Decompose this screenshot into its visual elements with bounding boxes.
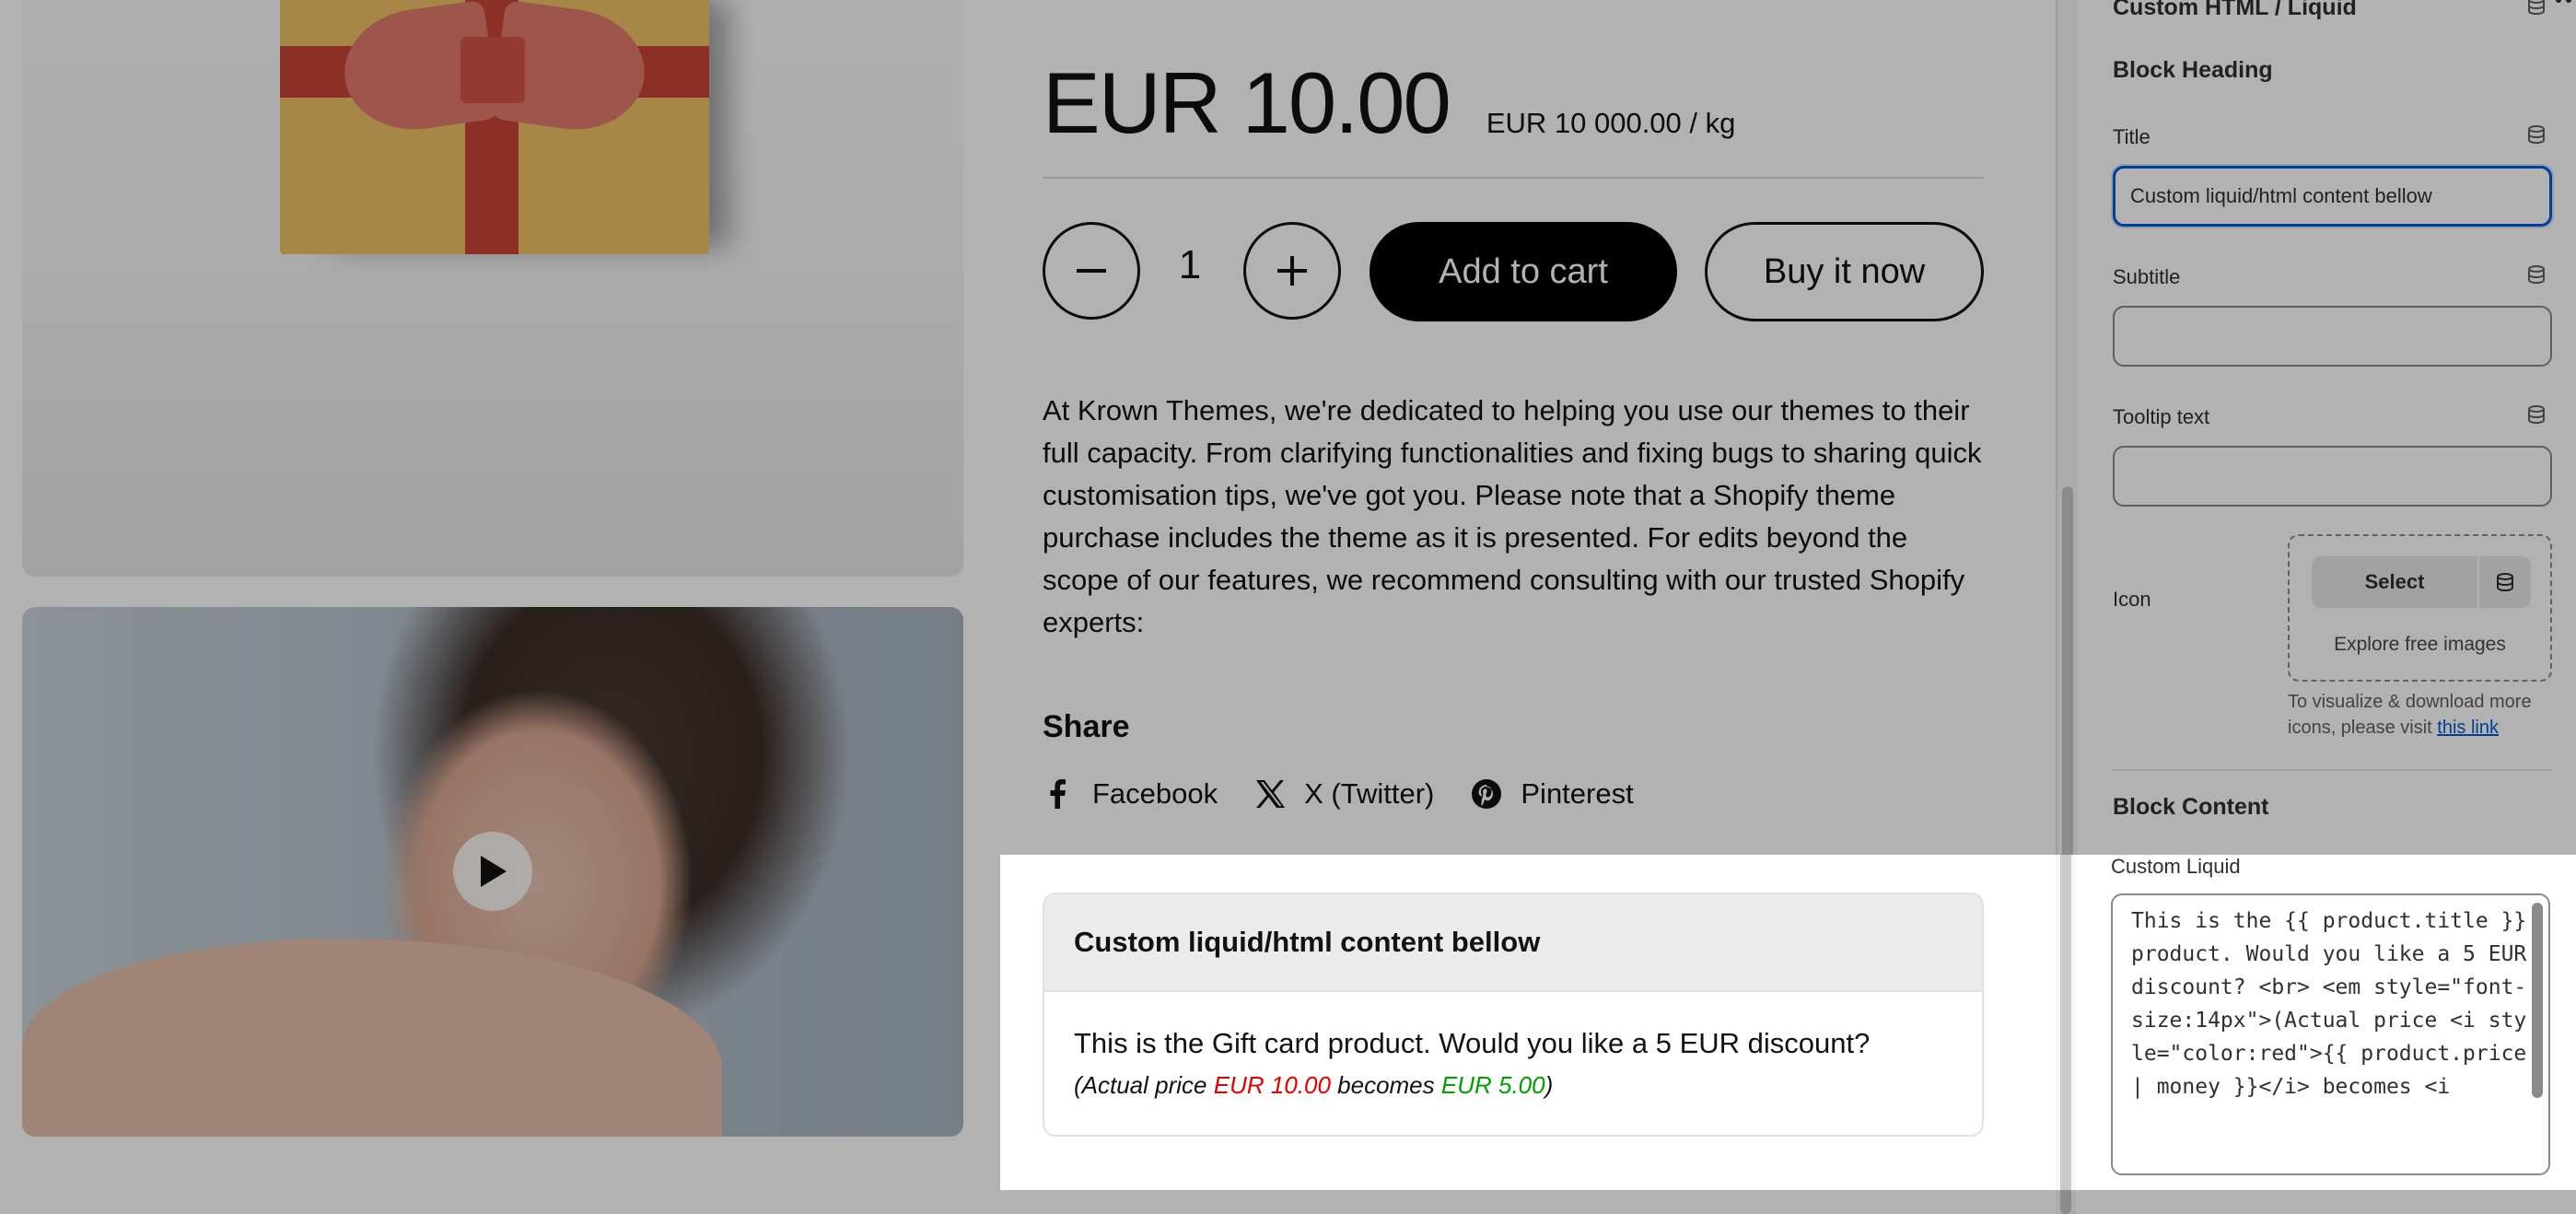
custom-liquid-code[interactable]: This is the {{ product.title }} product.… bbox=[2131, 905, 2527, 1103]
tooltip-dynamic-source-icon[interactable] bbox=[2525, 403, 2547, 426]
custom-liquid-textarea[interactable]: This is the {{ product.title }} product.… bbox=[2111, 893, 2550, 1175]
unit-price: EUR 10 000.00 / kg bbox=[1486, 107, 1736, 139]
share-pinterest-label: Pinterest bbox=[1521, 777, 1634, 810]
buy-it-now-button[interactable]: Buy it now bbox=[1705, 222, 1984, 321]
tooltip-text-label: Tooltip text bbox=[2113, 405, 2210, 428]
custom-liquid-block[interactable]: Custom liquid/html content bellow This i… bbox=[1000, 855, 2056, 1190]
facebook-icon bbox=[1050, 779, 1066, 809]
line2-suffix: ) bbox=[1544, 1071, 1554, 1099]
preview-scrollbar-thumb-lower[interactable] bbox=[2060, 855, 2071, 1214]
product-video-thumbnail[interactable] bbox=[22, 607, 963, 1137]
icon-label: Icon bbox=[2113, 588, 2151, 611]
custom-liquid-label: Custom Liquid bbox=[2111, 855, 2241, 878]
share-x-twitter-label: X (Twitter) bbox=[1304, 777, 1435, 810]
custom-liquid-card: Custom liquid/html content bellow This i… bbox=[1043, 893, 1984, 1137]
subtitle-label: Subtitle bbox=[2113, 265, 2181, 288]
plus-icon bbox=[1277, 256, 1307, 286]
panel-title: Custom HTML / Liquid bbox=[2113, 0, 2357, 20]
play-icon bbox=[481, 856, 507, 887]
price-row: EUR 10.00 EUR 10 000.00 / kg bbox=[1043, 53, 1735, 153]
subtitle-dynamic-source-icon[interactable] bbox=[2525, 263, 2547, 286]
quantity-increase-button[interactable] bbox=[1243, 222, 1341, 320]
product-description: At Krown Themes, we're dedicated to help… bbox=[1043, 394, 1982, 638]
line2-middle: becomes bbox=[1330, 1071, 1441, 1099]
share-facebook-label: Facebook bbox=[1092, 777, 1218, 810]
block-content-section-title: Block Content bbox=[2113, 794, 2269, 820]
title-input[interactable] bbox=[2113, 166, 2552, 227]
textarea-scrollbar[interactable] bbox=[2532, 903, 2543, 1098]
quantity-decrease-button[interactable] bbox=[1043, 222, 1140, 320]
preview-scrollbar-track-lower[interactable] bbox=[2056, 855, 2076, 1214]
custom-block-heading: Custom liquid/html content bellow bbox=[1044, 894, 1982, 992]
share-links: Facebook X (Twitter) Pinterest bbox=[1043, 777, 1634, 811]
database-icon bbox=[2497, 573, 2513, 592]
custom-block-line1: This is the Gift card product. Would you… bbox=[1074, 1027, 1871, 1059]
model-photo bbox=[22, 939, 722, 1137]
more-options-icon[interactable] bbox=[2553, 0, 2576, 11]
share-heading: Share bbox=[1043, 709, 1130, 744]
explore-free-images-link[interactable]: Explore free images bbox=[2290, 634, 2550, 656]
actual-price: EUR 10.00 bbox=[1213, 1071, 1331, 1099]
gift-box-illustration bbox=[280, 0, 709, 254]
divider bbox=[1043, 177, 1984, 179]
custom-block-content: This is the Gift card product. Would you… bbox=[1044, 992, 1982, 1100]
video-play-button[interactable] bbox=[453, 832, 532, 911]
quantity-value[interactable]: 1 bbox=[1162, 242, 1218, 288]
x-twitter-icon bbox=[1256, 780, 1286, 808]
subtitle-input[interactable] bbox=[2113, 306, 2552, 367]
line2-prefix: (Actual price bbox=[1074, 1071, 1214, 1099]
product-image-gift-box[interactable] bbox=[22, 0, 963, 577]
icon-help-text: To visualize & download more icons, plea… bbox=[2288, 689, 2552, 741]
share-facebook-link[interactable]: Facebook bbox=[1043, 777, 1218, 811]
add-to-cart-button[interactable]: Add to cart bbox=[1370, 222, 1677, 321]
title-label: Title bbox=[2113, 125, 2151, 148]
share-pinterest-link[interactable]: Pinterest bbox=[1471, 777, 1634, 811]
discounted-price: EUR 5.00 bbox=[1440, 1071, 1545, 1099]
product-price: EUR 10.00 bbox=[1043, 54, 1451, 151]
custom-liquid-field-highlight: Custom Liquid This is the {{ product.tit… bbox=[2056, 855, 2576, 1214]
title-dynamic-source-icon[interactable] bbox=[2525, 123, 2547, 146]
custom-block-line2: (Actual price EUR 10.00 becomes EUR 5.00… bbox=[1074, 1071, 1952, 1100]
block-heading-section-title: Block Heading bbox=[2113, 57, 2273, 83]
this-link[interactable]: this link bbox=[2437, 718, 2499, 738]
dynamic-source-icon[interactable] bbox=[2525, 0, 2547, 17]
minus-icon bbox=[1077, 269, 1106, 273]
pinterest-icon bbox=[1472, 779, 1502, 809]
icon-dynamic-source-button[interactable] bbox=[2479, 556, 2531, 608]
share-x-twitter-link[interactable]: X (Twitter) bbox=[1254, 777, 1434, 811]
icon-select-button[interactable]: Select bbox=[2312, 556, 2477, 608]
tooltip-text-input[interactable] bbox=[2113, 446, 2552, 507]
icon-picker: Select Explore free images bbox=[2288, 534, 2552, 682]
section-divider bbox=[2113, 769, 2552, 771]
